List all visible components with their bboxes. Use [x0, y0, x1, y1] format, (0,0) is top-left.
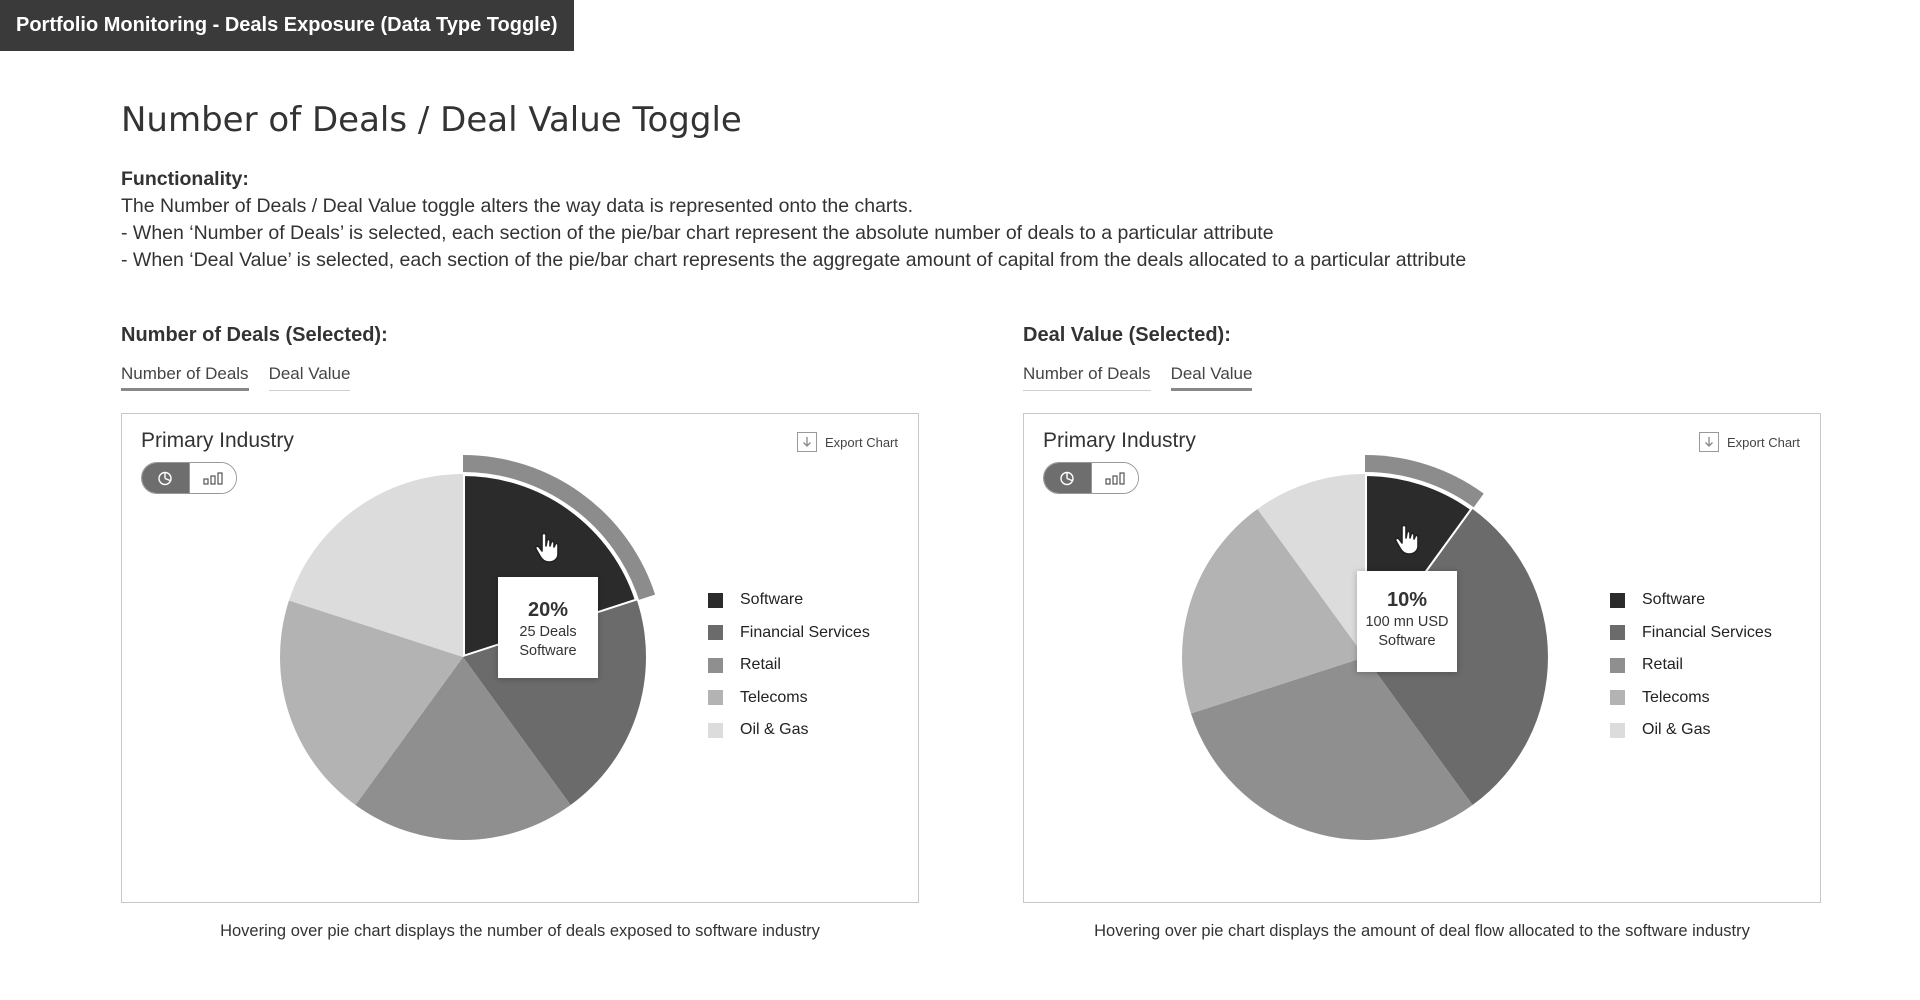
tooltip-percent: 10%	[1386, 589, 1428, 611]
tooltip-percent: 20%	[527, 599, 569, 621]
legend-item-software[interactable]: Software	[708, 584, 870, 617]
legend-swatch	[708, 690, 723, 706]
functionality-line: - When ‘Number of Deals’ is selected, ea…	[121, 222, 1274, 244]
legend-label: Software	[740, 591, 804, 609]
legend-label: Financial Services	[1642, 623, 1772, 641]
section-title-deal-value: Deal Value (Selected):	[1023, 324, 1231, 346]
legend-swatch	[708, 592, 723, 608]
tooltip-category: Software	[1378, 633, 1436, 649]
export-chart-label: Export Chart	[825, 434, 898, 450]
hand-cursor-icon	[534, 532, 559, 563]
legend-item-telecoms[interactable]: Telecoms	[1610, 682, 1772, 715]
pie-chart[interactable]	[122, 414, 682, 904]
chart-panel: Primary Industry Export Chart Software Fi…	[121, 413, 919, 903]
chart-panel: Primary Industry Export Chart Software Fi…	[1023, 413, 1821, 903]
export-chart-button[interactable]: Export Chart	[1699, 432, 1800, 452]
download-icon	[797, 432, 818, 452]
legend-label: Retail	[740, 656, 781, 674]
tooltip-value: 25 Deals	[519, 624, 577, 640]
chart-caption: Hovering over pie chart displays the amo…	[1094, 922, 1750, 940]
legend-swatch	[708, 625, 723, 641]
chart-tooltip: 20% 25 Deals Software	[498, 577, 598, 678]
data-type-tabs: Number of Deals Deal Value	[121, 361, 370, 391]
tab-deal-value[interactable]: Deal Value	[1170, 361, 1253, 391]
legend-item-retail[interactable]: Retail	[708, 649, 870, 682]
data-type-tabs: Number of Deals Deal Value	[1023, 361, 1272, 391]
legend-item-financial-services[interactable]: Financial Services	[708, 617, 870, 650]
legend-label: Oil & Gas	[1642, 721, 1711, 739]
legend-label: Oil & Gas	[740, 721, 809, 739]
legend-swatch	[1610, 625, 1625, 641]
tooltip-category: Software	[519, 643, 577, 659]
legend-label: Retail	[1642, 656, 1683, 674]
legend-swatch	[708, 657, 723, 673]
legend-swatch	[1610, 690, 1625, 706]
legend-swatch	[1610, 657, 1625, 673]
export-chart-button[interactable]: Export Chart	[797, 432, 898, 452]
legend-label: Financial Services	[740, 623, 870, 641]
legend-item-retail[interactable]: Retail	[1610, 649, 1772, 682]
hand-cursor-icon	[1394, 524, 1419, 555]
functionality-description: Functionality: The Number of Deals / Dea…	[121, 166, 1466, 274]
legend-swatch	[1610, 722, 1625, 738]
legend-label: Telecoms	[1642, 688, 1710, 706]
chart-legend: Software Financial Services Retail Telecoms…	[708, 584, 870, 747]
functionality-line: The Number of Deals / Deal Value toggle …	[121, 195, 913, 217]
export-chart-label: Export Chart	[1727, 434, 1800, 450]
download-icon	[1699, 432, 1720, 452]
tab-number-of-deals[interactable]: Number of Deals	[121, 361, 249, 391]
tooltip-value: 100 mn USD	[1365, 614, 1449, 630]
functionality-line: - When ‘Deal Value’ is selected, each se…	[121, 249, 1467, 271]
legend-item-oil-gas[interactable]: Oil & Gas	[708, 714, 870, 747]
chart-legend: Software Financial Services Retail Telecoms…	[1610, 584, 1772, 747]
legend-swatch	[708, 722, 723, 738]
section-title-number-of-deals: Number of Deals (Selected):	[121, 324, 388, 346]
chart-caption: Hovering over pie chart displays the num…	[220, 922, 820, 940]
tab-deal-value[interactable]: Deal Value	[268, 361, 351, 391]
legend-item-telecoms[interactable]: Telecoms	[708, 682, 870, 715]
pie-chart[interactable]	[1024, 414, 1584, 904]
legend-item-financial-services[interactable]: Financial Services	[1610, 617, 1772, 650]
functionality-title: Functionality:	[121, 168, 249, 190]
legend-item-oil-gas[interactable]: Oil & Gas	[1610, 714, 1772, 747]
legend-swatch	[1610, 592, 1625, 608]
legend-label: Telecoms	[740, 688, 808, 706]
legend-item-software[interactable]: Software	[1610, 584, 1772, 617]
legend-label: Software	[1642, 591, 1706, 609]
window-title: Portfolio Monitoring - Deals Exposure (D…	[0, 0, 574, 51]
tab-number-of-deals[interactable]: Number of Deals	[1023, 361, 1151, 391]
page-title: Number of Deals / Deal Value Toggle	[121, 100, 742, 140]
chart-tooltip: 10% 100 mn USD Software	[1357, 571, 1457, 672]
